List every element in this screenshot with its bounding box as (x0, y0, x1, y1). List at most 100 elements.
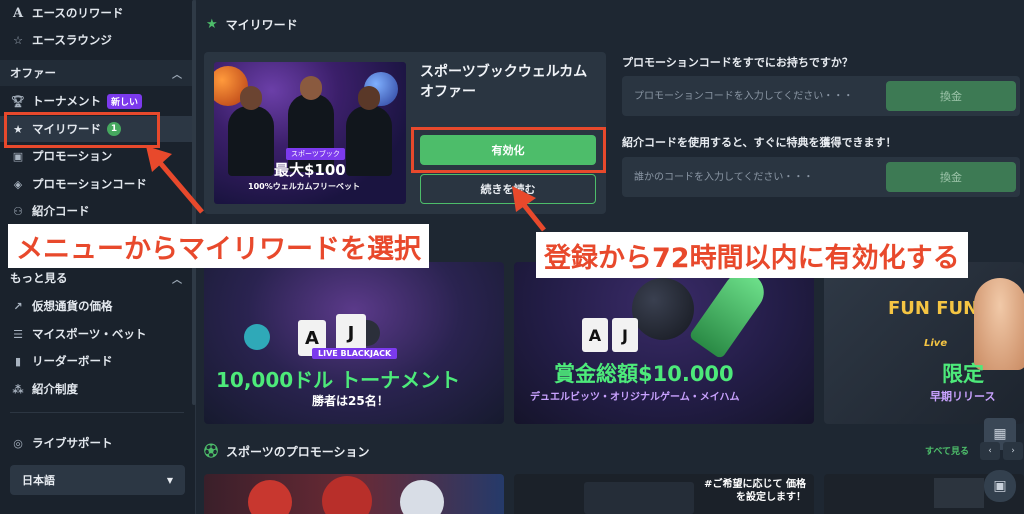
people-icon: ⚇ (13, 204, 23, 218)
player-head (300, 76, 322, 100)
sports-promo-card[interactable] (204, 474, 504, 514)
banner-tag: LIVE BLACKJACK (312, 348, 398, 359)
chat-button[interactable]: ▣ (984, 470, 1016, 502)
player-figure (228, 106, 274, 176)
offers-header-label: オファー (10, 66, 56, 80)
sidebar-item-label: マイスポーツ・ベット (32, 327, 147, 341)
new-badge: 新しい (107, 93, 143, 109)
referral-code-input[interactable] (634, 157, 874, 197)
sidebar-item-label: 仮想通貨の価格 (32, 299, 113, 313)
sidebar-item-ace-rewards[interactable]: A エースのリワード (0, 0, 194, 26)
ticket-icon: ◈ (13, 177, 23, 191)
chat-icon: ▣ (993, 478, 1007, 494)
ace-icon: A (12, 5, 24, 21)
helmet-icon (248, 480, 292, 514)
banner-headline: 賞金総額$10.000 (554, 362, 734, 386)
sidebar-item-tournament[interactable]: 🏆︎ トーナメント 新しい (0, 88, 194, 114)
banner-subtitle: 早期リリース (930, 390, 996, 403)
bars-icon: ▮ (14, 354, 22, 368)
highlight-activate (411, 127, 606, 173)
arrow-right-annotation (512, 186, 546, 232)
sidebar-item-live-support[interactable]: ◎ ライブサポート (0, 430, 194, 456)
chip-icon (244, 324, 270, 350)
promo-banner-fun21[interactable]: FUN FUN21 Live 限定 早期リリース (824, 262, 1024, 424)
highlight-my-rewards (4, 112, 160, 148)
star-outline-icon: ☆ (13, 33, 23, 47)
section-title-label: マイリワード (225, 18, 298, 32)
chevron-right-icon: › (1011, 446, 1015, 456)
carousel-prev-button[interactable]: ‹ (980, 442, 1000, 460)
language-select[interactable]: 日本語 ▼ (10, 465, 185, 495)
section-title-label: スポーツのプロモーション (226, 444, 370, 459)
sidebar-item-label: プロモーションコード (32, 177, 147, 191)
promo-banner-duelbits[interactable]: A J 賞金総額$10.000 デュエルビッツ・オリジナルゲーム・メイハム (514, 262, 814, 424)
image-subtitle: 100%ウェルカムフリーベット (248, 182, 360, 191)
promo-redeem-button[interactable]: 換金 (886, 81, 1016, 111)
scoreboard-image (934, 478, 984, 508)
reward-card-title: スポーツブックウェルカムオファー (420, 64, 588, 100)
chevron-up-icon: ︿ (172, 69, 182, 81)
sidebar-item-label: ライブサポート (32, 436, 113, 450)
sidebar-divider (10, 412, 184, 413)
sports-promo-card[interactable]: #ご希望に応じて 価格を設定します！ (514, 474, 814, 514)
support-icon: ◎ (13, 436, 23, 450)
sidebar-item-crypto-prices[interactable]: ↗ 仮想通貨の価格 (0, 293, 194, 319)
bet-screen-image (584, 482, 694, 514)
caret-down-icon: ▼ (166, 475, 173, 485)
section-title-my-rewards: ★ マイリワード (206, 16, 298, 33)
sidebar-item-label: トーナメント (32, 94, 101, 108)
rocket-icon (688, 264, 772, 360)
card-j-icon: J (612, 318, 638, 352)
star-icon: ★ (206, 17, 218, 32)
arrow-left-annotation (146, 146, 204, 214)
image-amount: 最大$100 (274, 161, 346, 179)
promo-code-question: プロモーションコードをすでにお持ちですか？ (622, 56, 853, 69)
sidebar-item-label: 紹介制度 (32, 382, 78, 396)
sidebar-item-label: エースラウンジ (32, 33, 112, 47)
network-icon: ⁂ (12, 382, 24, 396)
helmet-icon (400, 480, 444, 514)
carousel-next-button[interactable]: › (1003, 442, 1023, 460)
card-j-icon: J (336, 314, 366, 352)
sidebar-item-label: リーダーボード (32, 354, 113, 368)
gift-icon: ▣ (12, 149, 24, 163)
sidebar-item-label: 紹介コード (32, 204, 90, 218)
section-title-sports-promotions: ⚽︎ スポーツのプロモーション (204, 441, 370, 461)
reward-card-image: スポーツブック 最大$100 100%ウェルカムフリーベット (214, 62, 406, 204)
sidebar-item-leaderboard[interactable]: ▮ リーダーボード (0, 348, 194, 374)
language-value: 日本語 (22, 474, 55, 487)
see-all-link[interactable]: すべて見る (925, 444, 969, 457)
sidebar-item-ace-lounge[interactable]: ☆ エースラウンジ (0, 27, 194, 53)
chart-icon: ↗ (13, 299, 23, 313)
trophy-icon: 🏆︎ (11, 94, 25, 108)
referral-redeem-button[interactable]: 換金 (886, 162, 1016, 192)
promo-code-input[interactable] (634, 76, 874, 116)
more-section-header[interactable]: もっと見る ︿ (0, 265, 194, 291)
dealer-figure (974, 278, 1024, 370)
banner-headline: 限定 (942, 362, 984, 386)
more-header-label: もっと見る (10, 271, 68, 285)
annotation-left: メニューからマイリワードを選択 (8, 224, 429, 268)
player-figure (346, 106, 392, 176)
chevron-up-icon: ︿ (172, 274, 182, 286)
ticket-icon: ▦ (993, 426, 1007, 442)
chevron-left-icon: ‹ (988, 446, 992, 456)
annotation-right: 登録から72時間以内に有効化する (536, 232, 968, 278)
banner-subtitle: 勝者は25名！ (312, 394, 389, 408)
player-head (240, 86, 262, 110)
soccer-ball-icon: ⚽︎ (204, 444, 218, 460)
banner-headline: 10,000ドル トーナメント (216, 368, 461, 392)
offers-section-header[interactable]: オファー ︿ (0, 60, 194, 86)
banner-logo-sub: Live (924, 338, 948, 349)
referral-code-question: 紹介コードを使用すると、すぐに特典を獲得できます！ (622, 136, 897, 149)
card-a-icon: A (582, 318, 608, 352)
promo-banner-tournament[interactable]: A J LIVE BLACKJACK 10,000ドル トーナメント 勝者は25… (204, 262, 504, 424)
helmet-icon (322, 476, 372, 514)
chip-icon (632, 278, 694, 340)
sidebar-item-referral-program[interactable]: ⁂ 紹介制度 (0, 376, 194, 402)
promo-code-box: 換金 (622, 76, 1020, 116)
sports-card-text: #ご希望に応じて 価格を設定します！ (704, 479, 806, 503)
sidebar-item-label: プロモーション (32, 149, 113, 163)
referral-code-box: 換金 (622, 157, 1020, 197)
sidebar-item-my-sports-bets[interactable]: ☰ マイスポーツ・ベット (0, 321, 194, 347)
